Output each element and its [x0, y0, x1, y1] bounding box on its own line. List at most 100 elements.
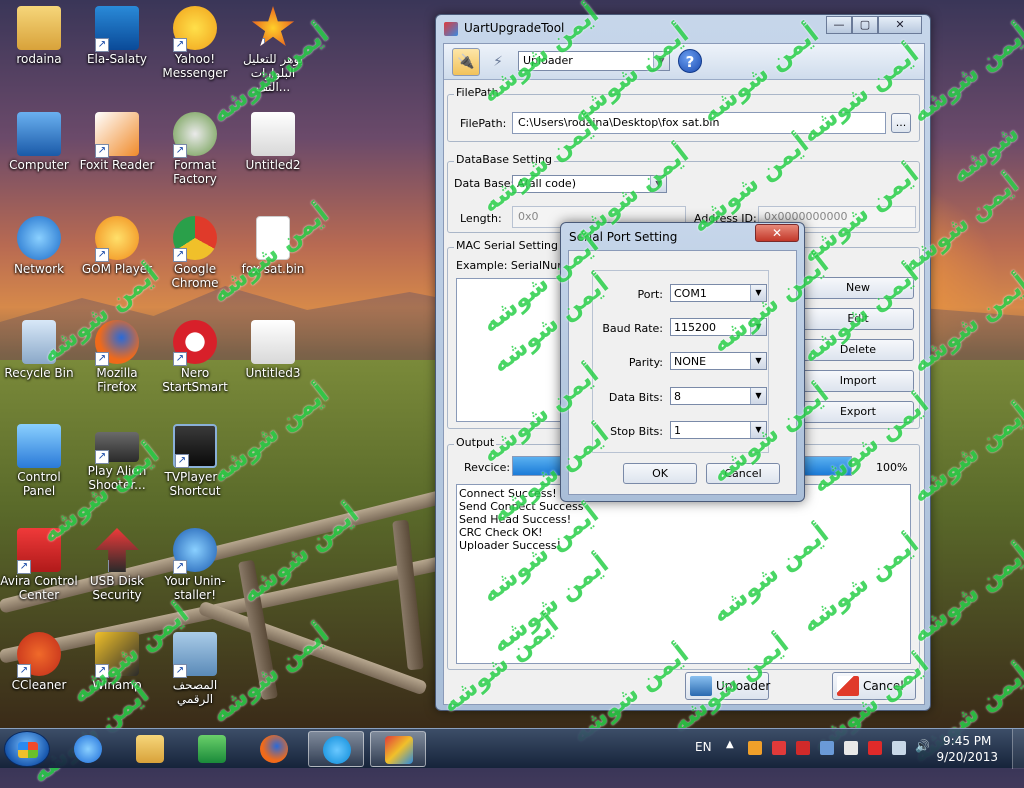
- desktop-icon-label: Winamp: [92, 678, 142, 692]
- export-button[interactable]: Export: [802, 401, 914, 423]
- desktop-icon-tvplayer[interactable]: ↗ TVPlayer - Shortcut: [156, 424, 234, 498]
- desktop-icon-control-panel[interactable]: Control Panel: [0, 424, 78, 498]
- tray-icon-5[interactable]: [844, 741, 858, 755]
- desktop-icon-ccleaner[interactable]: ↗ CCleaner: [0, 632, 78, 692]
- baud-rate-select[interactable]: 115200 ▼: [670, 318, 767, 336]
- shortcut-arrow-icon: ↗: [173, 248, 187, 262]
- minimize-button[interactable]: —: [826, 16, 852, 34]
- mode-select[interactable]: Uploader ▼: [518, 51, 670, 71]
- desktop-icon-chrome[interactable]: ↗ Google Chrome: [156, 216, 234, 290]
- window-titlebar[interactable]: UartUpgradeTool — ▢ ✕: [436, 15, 930, 43]
- desktop-icon-digital-quran[interactable]: ↗ المصحف الرقمي: [156, 632, 234, 706]
- mfc-app-icon: [385, 736, 413, 764]
- new-button[interactable]: New: [802, 277, 914, 299]
- desktop-icon-winamp[interactable]: ↗ Winamp: [78, 632, 156, 692]
- salaty-icon: ↗: [95, 6, 139, 52]
- desktop-icon-untitled2[interactable]: Untitled2: [234, 112, 312, 172]
- taskbar-skype[interactable]: [308, 731, 364, 767]
- port-select[interactable]: COM1 ▼: [670, 284, 767, 302]
- stop-bits-select[interactable]: 1 ▼: [670, 421, 767, 439]
- shortcut-arrow-icon: ↗: [95, 560, 109, 572]
- chevron-down-icon: ▼: [750, 388, 766, 404]
- tray-icon-4[interactable]: [820, 741, 834, 755]
- desktop-icon-fox-sat[interactable]: fox sat.bin: [234, 216, 312, 276]
- cancel-button[interactable]: Cancel: [832, 672, 916, 700]
- desktop-icon-untitled3[interactable]: Untitled3: [234, 320, 312, 380]
- desktop-icon-ela-salaty[interactable]: ↗ Ela-Salaty: [78, 6, 156, 66]
- dialog-cancel-button[interactable]: Cancel: [706, 463, 780, 484]
- maximize-button[interactable]: ▢: [852, 16, 878, 34]
- desktop-icon-network[interactable]: Network: [0, 216, 78, 276]
- format-factory-icon: ↗: [173, 112, 217, 158]
- tray-icon-1[interactable]: [748, 741, 762, 755]
- chevron-down-icon: ▼: [750, 319, 766, 335]
- dialog-close-button[interactable]: ✕: [755, 224, 799, 242]
- desktop-icon-label: المصحف الرقمي: [172, 678, 218, 706]
- taskbar-explorer[interactable]: [122, 731, 178, 767]
- start-button[interactable]: [4, 731, 50, 767]
- desktop-icon-gom[interactable]: ↗ GOM Player: [78, 216, 156, 276]
- tray-icon-6[interactable]: [868, 741, 882, 755]
- uninstaller-icon: ↗: [173, 528, 217, 574]
- desktop-icon-label: Format Factory: [173, 158, 217, 186]
- uploader-button[interactable]: Uploader: [685, 672, 770, 700]
- avira-icon: ↗: [17, 528, 61, 574]
- network-tray-icon[interactable]: [892, 741, 906, 755]
- taskbar-ie[interactable]: [60, 731, 116, 767]
- computer-icon: [17, 112, 61, 156]
- browse-button[interactable]: ...: [891, 113, 911, 133]
- taskbar-firefox[interactable]: [246, 731, 302, 767]
- desktop-icon-format-factory[interactable]: ↗ Format Factory: [156, 112, 234, 186]
- desktop-icon-avira[interactable]: ↗ Avira Control Center: [0, 528, 78, 602]
- database-select[interactable]: A(all code) ▼: [512, 175, 667, 193]
- quran-book-icon: ↗: [173, 632, 217, 678]
- edit-button[interactable]: Edit: [802, 308, 914, 330]
- desktop-icon-computer[interactable]: Computer: [0, 112, 78, 172]
- tray-icon-3[interactable]: [796, 741, 810, 755]
- tray-icon-2[interactable]: [772, 741, 786, 755]
- desktop-icon-firefox[interactable]: ↗ Mozilla Firefox: [78, 320, 156, 394]
- system-clock[interactable]: 9:45 PM 9/20/2013: [936, 733, 998, 765]
- delete-button[interactable]: Delete: [802, 339, 914, 361]
- show-desktop-button[interactable]: [1012, 729, 1024, 769]
- input-language[interactable]: EN: [695, 740, 712, 754]
- output-log[interactable]: Connect Success! Send Connect Success Send…: [456, 484, 911, 664]
- taskbar-uart-tool[interactable]: [370, 731, 426, 767]
- desktop-icon-foxit[interactable]: ↗ Foxit Reader: [78, 112, 156, 172]
- desktop-icon-nero[interactable]: ↗ Nero StartSmart: [156, 320, 234, 394]
- stop-bits-label: Stop Bits:: [610, 425, 663, 438]
- nero-icon: ↗: [173, 320, 217, 366]
- watermark-text: أيمن شوشه: [946, 79, 1024, 189]
- desktop-icon-your-uninstaller[interactable]: ↗ Your Unin-staller!: [156, 528, 234, 602]
- volume-icon[interactable]: 🔊: [915, 739, 930, 753]
- folder-icon: [136, 735, 164, 763]
- shortcut-arrow-icon: ↗: [251, 38, 265, 47]
- parity-value: NONE: [674, 355, 707, 368]
- close-button[interactable]: ✕: [878, 16, 922, 34]
- chevron-down-icon: ▼: [750, 353, 766, 369]
- connect-button[interactable]: ⚡: [484, 48, 512, 76]
- filepath-input[interactable]: C:\Users\rodaina\Desktop\fox sat.bin: [512, 112, 886, 134]
- show-hidden-icons[interactable]: ▲: [726, 739, 734, 750]
- data-bits-select[interactable]: 8 ▼: [670, 387, 767, 405]
- desktop-icon-usb-disk-security[interactable]: ↗ USB Disk Security: [78, 528, 156, 602]
- taskbar-media-player[interactable]: [184, 731, 240, 767]
- help-button[interactable]: ?: [678, 49, 702, 73]
- desktop-icon-label: Untitled2: [245, 158, 301, 172]
- shortcut-arrow-icon: ↗: [95, 38, 109, 52]
- shortcut-arrow-icon: ↗: [173, 352, 187, 366]
- import-button[interactable]: Import: [802, 370, 914, 392]
- dialog-ok-button[interactable]: OK: [623, 463, 697, 484]
- desktop-icon-label: Nero StartSmart: [162, 366, 228, 394]
- desktop-icon-rodaina[interactable]: rodaina: [0, 6, 78, 66]
- parity-select[interactable]: NONE ▼: [670, 352, 767, 370]
- data-bits-value: 8: [674, 390, 681, 403]
- desktop-icon-yahoo[interactable]: ↗ Yahoo! Messenger: [156, 6, 234, 80]
- desktop-icon-arabic-tool[interactable]: ↗ بوهر للتعليل البلوارات التف...: [234, 6, 312, 94]
- port-label: Port:: [637, 288, 663, 301]
- desktop-icon-recycle-bin[interactable]: Recycle Bin: [0, 320, 78, 380]
- log-line: Uploader Success!: [459, 539, 562, 552]
- desktop-icon-alien-shooter[interactable]: ↗ Play Alien Shooter...: [78, 424, 156, 492]
- serial-settings-button[interactable]: 🔌: [452, 48, 480, 76]
- chevron-down-icon: ▼: [650, 176, 666, 192]
